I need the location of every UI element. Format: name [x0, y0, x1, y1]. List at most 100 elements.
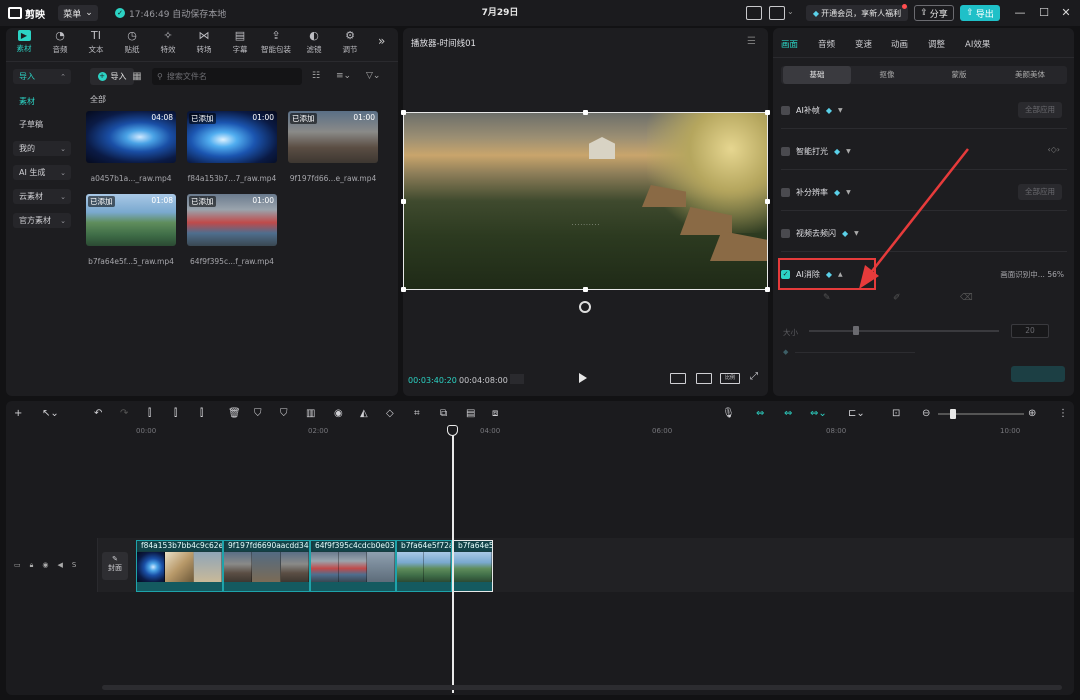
zoom-out-icon[interactable]: ⊖	[922, 408, 930, 420]
resize-handle[interactable]	[401, 287, 406, 292]
checkbox[interactable]	[781, 105, 790, 115]
maximize-button[interactable]: ☐	[1036, 5, 1052, 21]
pen-icon[interactable]: ✐	[893, 293, 901, 303]
crop-icon[interactable]: ⌗	[414, 408, 420, 420]
resize-icon[interactable]: ⧉	[440, 408, 447, 420]
rotate-icon[interactable]: ◇	[386, 408, 394, 420]
magnet-icon[interactable]: ⇔	[784, 408, 792, 420]
sidebar-item-import[interactable]: 导入 ⌃	[13, 69, 71, 84]
vip-button[interactable]: ◆ 开通会员，享新人福利	[806, 5, 908, 21]
chevron-down-icon[interactable]: ▼	[846, 148, 851, 155]
size-slider-knob[interactable]	[853, 326, 859, 335]
marker-icon[interactable]: ⛉	[280, 408, 288, 420]
checkbox[interactable]	[781, 146, 790, 156]
screen-icon[interactable]: ⊡	[892, 408, 900, 420]
timeline-clip[interactable]: 9f197fd6690aacdd340e	[223, 540, 310, 592]
search-input[interactable]: ⚲ 搜索文件名	[152, 68, 302, 85]
tab-text[interactable]: TI 文本	[78, 30, 114, 58]
keyboard-icon[interactable]	[746, 6, 762, 20]
resize-handle[interactable]	[765, 110, 770, 115]
track-icon[interactable]: ▭	[14, 561, 21, 569]
ratio-button[interactable]: 比例	[720, 373, 740, 384]
playhead[interactable]	[452, 431, 454, 693]
minimize-button[interactable]: —	[1012, 5, 1028, 21]
sidebar-item-cloud[interactable]: 云素材 ⌄	[13, 189, 71, 204]
funnel-icon[interactable]: ▽⌄	[366, 68, 380, 85]
video-preview[interactable]: · · · · · · · · · ·	[403, 112, 768, 290]
redo-icon[interactable]: ↷	[120, 408, 128, 420]
sidebar-item-material[interactable]: 素材	[13, 94, 71, 109]
menu-button[interactable]: 菜单 ⌄	[58, 5, 98, 21]
delete-icon[interactable]: 🗑	[228, 408, 241, 420]
brush-icon[interactable]: ✎	[823, 293, 831, 303]
chevron-down-icon[interactable]: ▼	[838, 107, 843, 114]
time-ruler[interactable]: 00:00 02:00 04:00 06:00 08:00 10:00	[136, 427, 1074, 439]
preview-axis-icon[interactable]: ⊏⌄	[848, 408, 865, 420]
split-icon[interactable]: ⫿	[148, 408, 151, 420]
subtab-cutout[interactable]: 抠像	[853, 66, 921, 84]
timeline-clip-selected[interactable]: b7fa64e5	[453, 540, 493, 592]
menu-icon[interactable]: ☰	[747, 36, 756, 47]
media-thumb[interactable]: 已添加 01:00	[187, 194, 277, 246]
sort-icon[interactable]: ≡⌄	[336, 68, 351, 85]
tab-ai-effects[interactable]: AI效果	[965, 38, 990, 50]
media-thumb[interactable]: 已添加 01:00	[288, 111, 378, 163]
split-left-icon[interactable]: ⫿	[174, 408, 177, 420]
share-button[interactable]: ⇪ 分享	[914, 5, 954, 21]
play-icon[interactable]	[579, 373, 587, 383]
link-icon[interactable]: ⇔⌄	[810, 408, 827, 420]
tab-media[interactable]: ▶ 素材	[6, 30, 42, 58]
export-button[interactable]: ⇧ 导出	[960, 5, 1000, 21]
plus-icon[interactable]: +	[14, 408, 22, 420]
eye-icon[interactable]: ◉	[42, 561, 48, 569]
rotate-icon[interactable]	[579, 301, 591, 313]
playhead-handle[interactable]	[447, 425, 458, 436]
tab-smart-pack[interactable]: ⇪ 智能包装	[258, 30, 294, 58]
zoom-slider-knob[interactable]	[950, 409, 956, 419]
checkbox[interactable]	[781, 228, 790, 238]
chevron-down-icon[interactable]: ▼	[846, 189, 851, 196]
sidebar-item-official[interactable]: 官方素材 ⌄	[13, 213, 71, 228]
caption-icon[interactable]: ▤	[466, 408, 475, 420]
timeline-clip[interactable]: b7fa64e5f72a	[396, 540, 452, 592]
size-slider-track[interactable]	[809, 330, 999, 332]
sidebar-item-ai-generate[interactable]: AI 生成 ⌄	[13, 165, 71, 180]
grid-view-icon[interactable]: ▦	[130, 68, 144, 85]
filter-view-icon[interactable]: ☷	[312, 68, 320, 85]
close-button[interactable]: ✕	[1058, 5, 1074, 21]
undo-icon[interactable]: ↶	[94, 408, 102, 420]
apply-all-button[interactable]: 全部应用	[1018, 184, 1062, 200]
zoom-in-icon[interactable]: ⊕	[1028, 408, 1036, 420]
keyframe-icon[interactable]: ‹◇›	[1047, 145, 1060, 154]
timeline-clip[interactable]: f84a153b7bb4c9c62e1	[136, 540, 223, 592]
split-right-icon[interactable]: ⫿	[200, 408, 203, 420]
tab-subtitle[interactable]: ▤ 字幕	[222, 30, 258, 58]
link-main-track-icon[interactable]: ⇔	[756, 408, 764, 420]
preview-quality-icon[interactable]	[670, 373, 686, 384]
resize-handle[interactable]	[583, 287, 588, 292]
tab-animation[interactable]: 动画	[891, 38, 908, 50]
mirror-icon[interactable]: ◭	[360, 408, 368, 420]
media-thumb[interactable]: 已添加 01:00	[187, 111, 277, 163]
transform-icon[interactable]: ⧈	[492, 408, 498, 420]
resize-handle[interactable]	[765, 199, 770, 204]
more-icon[interactable]: ⋮	[1058, 408, 1068, 420]
checkbox[interactable]	[781, 187, 790, 197]
subtab-mask[interactable]: 蒙版	[925, 66, 993, 84]
timeline-scrollbar[interactable]	[102, 685, 1062, 690]
subtab-basic[interactable]: 基础	[783, 66, 851, 84]
tab-filter[interactable]: ◐ 滤镜	[296, 30, 332, 58]
resize-handle[interactable]	[401, 110, 406, 115]
media-thumb[interactable]: 已添加 01:08	[86, 194, 176, 246]
eraser-icon[interactable]: ⌫	[960, 293, 973, 303]
tab-speed[interactable]: 变速	[855, 38, 872, 50]
pointer-icon[interactable]: ↖⌄	[42, 408, 59, 420]
sidebar-item-mine[interactable]: 我的 ⌄	[13, 141, 71, 156]
confirm-button[interactable]	[1011, 366, 1065, 382]
tab-audio[interactable]: ◔ 音频	[42, 30, 78, 58]
layout-icon[interactable]	[769, 6, 785, 20]
tab-sticker[interactable]: ◷ 贴纸	[114, 30, 150, 58]
subtab-beauty[interactable]: 美颜美体	[995, 66, 1065, 84]
import-button[interactable]: + 导入	[90, 68, 134, 85]
media-thumb[interactable]: 04:08	[86, 111, 176, 163]
